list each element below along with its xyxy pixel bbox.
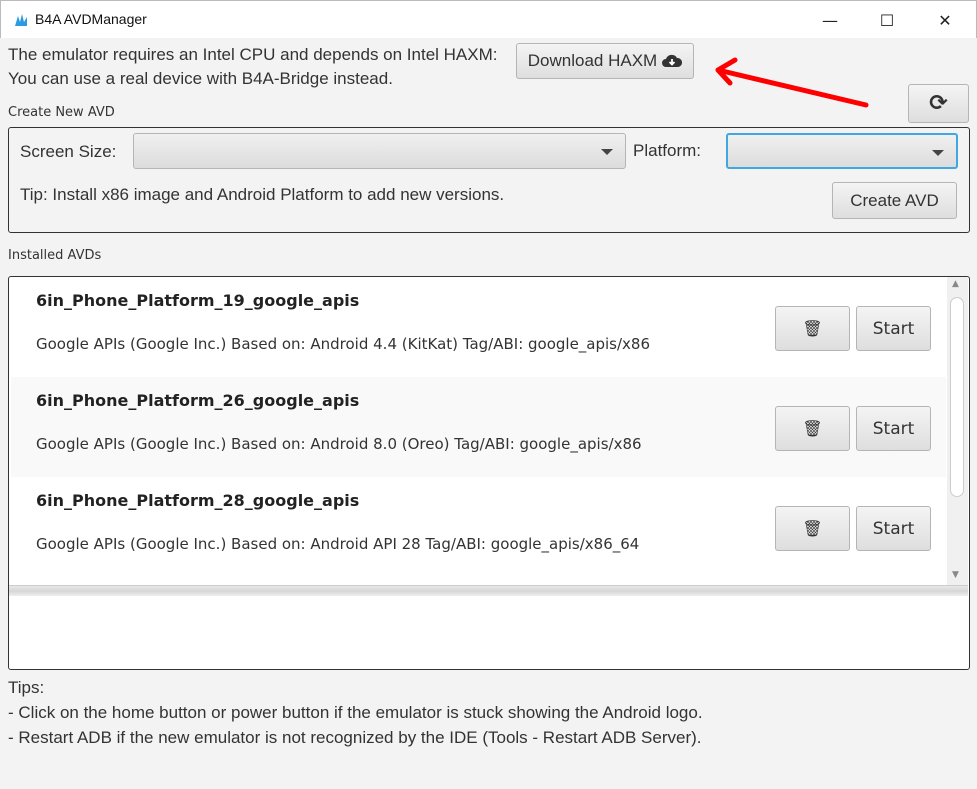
avd-list: 6in_Phone_Platform_19_google_apis Google… [9,277,968,585]
screen-size-label: Screen Size: [20,142,117,161]
app-logo-icon [15,14,27,26]
avd-name: 6in_Phone_Platform_26_google_apis [36,391,360,410]
title-bar: B4A AVDManager — ☐ ✕ [0,0,977,38]
cloud-download-icon [662,54,683,67]
create-avd-section-label: Create New AVD [8,105,115,120]
trash-icon: 🗑 [802,319,823,338]
scroll-up-icon[interactable]: ▲ [952,279,959,289]
window-title: B4A AVDManager [35,11,147,27]
delete-avd-button[interactable]: 🗑 [775,406,850,451]
scroll-down-icon[interactable]: ▼ [952,570,959,580]
avd-name: 6in_Phone_Platform_19_google_apis [36,291,360,310]
trash-icon: 🗑 [802,419,823,438]
avd-list-item[interactable]: 6in_Phone_Platform_26_google_apis Google… [11,377,946,477]
tip-line: - Click on the home button or power butt… [8,703,703,722]
tip-line: - Restart ADB if the new emulator is not… [8,728,702,747]
avd-name: 6in_Phone_Platform_28_google_apis [36,491,360,510]
split-pane-divider[interactable] [9,585,968,596]
platform-label: Platform: [633,141,702,160]
close-button[interactable]: ✕ [917,1,973,39]
chevron-down-icon [601,149,613,155]
maximize-button[interactable]: ☐ [859,1,915,39]
create-avd-group: Screen Size: Platform: Tip: Install x86 … [8,127,970,233]
avd-list-item[interactable]: 6in_Phone_Platform_28_google_apis Google… [11,477,946,577]
installed-avds-panel: 6in_Phone_Platform_19_google_apis Google… [8,276,970,670]
annotation-arrow [715,57,869,108]
create-tip: Tip: Install x86 image and Android Platf… [20,185,505,204]
avd-description: Google APIs (Google Inc.) Based on: Andr… [36,435,642,453]
delete-avd-button[interactable]: 🗑 [775,306,850,351]
haxm-info-line1: The emulator requires an Intel CPU and d… [8,45,498,64]
delete-avd-button[interactable]: 🗑 [775,506,850,551]
screen-size-select[interactable] [133,133,626,169]
avd-list-item[interactable]: 6in_Phone_Platform_19_google_apis Google… [11,277,946,377]
installed-avds-section-label: Installed AVDs [8,248,102,263]
start-avd-button[interactable]: Start [856,406,931,451]
chevron-down-icon [932,150,944,156]
platform-select[interactable] [726,133,958,169]
minimize-button[interactable]: — [802,1,858,39]
refresh-icon: ⟳ [929,91,948,116]
tips-title: Tips: [8,678,45,697]
start-avd-button[interactable]: Start [856,506,931,551]
download-haxm-label: Download HAXM [527,51,658,70]
trash-icon: 🗑 [802,519,823,538]
avd-description: Google APIs (Google Inc.) Based on: Andr… [36,535,640,553]
download-haxm-button[interactable]: Download HAXM [516,43,694,79]
haxm-info-line2: You can use a real device with B4A-Bridg… [8,69,393,88]
start-avd-button[interactable]: Start [856,306,931,351]
scrollbar-thumb[interactable] [950,297,964,497]
create-avd-button[interactable]: Create AVD [832,182,957,219]
refresh-button[interactable]: ⟳ [908,84,969,123]
vertical-scrollbar[interactable]: ▲ ▼ [947,277,968,585]
log-textarea[interactable] [11,597,966,667]
avd-description: Google APIs (Google Inc.) Based on: Andr… [36,335,651,353]
